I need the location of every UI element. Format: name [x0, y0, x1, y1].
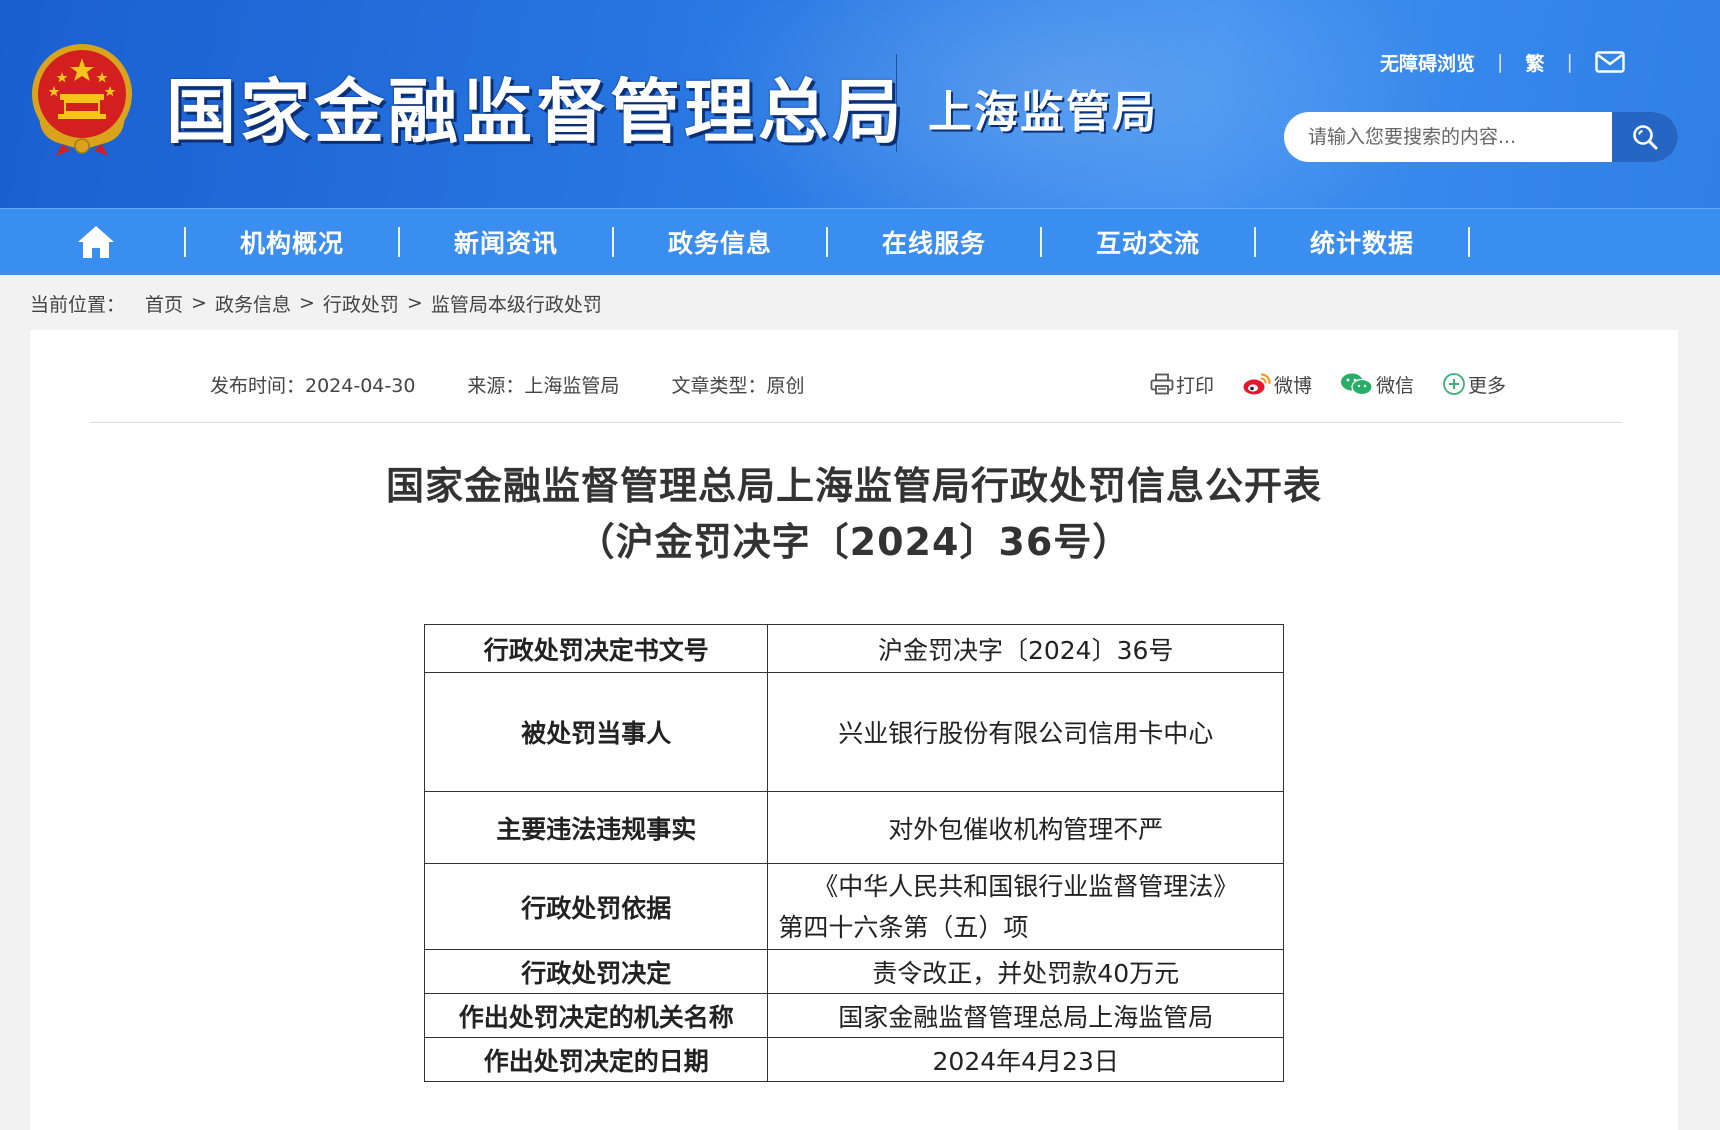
nav-home[interactable] — [0, 224, 184, 260]
search-icon — [1633, 125, 1658, 150]
wechat-icon — [1340, 373, 1373, 396]
article-type: 文章类型：原创 — [671, 374, 805, 397]
print-label: 打印 — [1175, 374, 1214, 397]
breadcrumb-separator: > — [191, 292, 207, 314]
publish-date: 发布时间：2024-04-30 — [210, 374, 416, 397]
wechat-share-button[interactable]: 微信 — [1340, 371, 1414, 398]
top-links: 无障碍浏览 | 繁 | — [1380, 48, 1625, 76]
nav-separator — [1040, 227, 1042, 257]
row-value: 对外包催收机构管理不严 — [767, 791, 1284, 864]
nav-separator — [1254, 227, 1256, 257]
breadcrumb-separator: > — [406, 292, 423, 314]
nav-separator — [184, 227, 186, 257]
breadcrumb-label: 当前位置： — [30, 293, 126, 316]
breadcrumb-home[interactable]: 首页 — [145, 290, 183, 317]
table-row: 行政处罚决定 责令改正，并处罚款40万元 — [423, 949, 1284, 994]
national-emblem-icon[interactable] — [26, 40, 138, 158]
nav-separator — [398, 227, 400, 257]
weibo-icon — [1243, 373, 1271, 395]
nav-item-online-service[interactable]: 在线服务 — [828, 224, 1040, 260]
traditional-chinese-link[interactable]: 繁 — [1525, 49, 1544, 76]
table-row: 行政处罚决定书文号 沪金罚决字〔2024〕36号 — [423, 624, 1284, 673]
article-content: 发布时间：2024-04-30 来源：上海监管局 文章类型：原创 打印 微博 微… — [30, 330, 1678, 1130]
breadcrumb-government-info[interactable]: 政务信息 — [215, 290, 291, 317]
link-separator: | — [1497, 51, 1504, 73]
row-key: 行政处罚依据 — [423, 863, 769, 950]
title-divider — [896, 54, 897, 152]
table-row: 作出处罚决定的机关名称 国家金融监督管理总局上海监管局 — [423, 993, 1284, 1038]
row-value-line2: 第四十六条第（五）项 — [778, 912, 1029, 942]
nav-item-government-info[interactable]: 政务信息 — [614, 224, 826, 260]
row-value-line1: 《中华人民共和国银行业监督管理法》 — [813, 871, 1239, 901]
row-key: 被处罚当事人 — [423, 672, 769, 792]
row-value: 国家金融监督管理总局上海监管局 — [767, 993, 1284, 1038]
breadcrumb-local-penalty[interactable]: 监管局本级行政处罚 — [431, 290, 602, 317]
row-key: 行政处罚决定书文号 — [423, 624, 769, 673]
table-row: 作出处罚决定的日期 2024年4月23日 — [423, 1037, 1284, 1082]
row-value: 责令改正，并处罚款40万元 — [767, 949, 1284, 994]
breadcrumb: 当前位置： 首页 > 政务信息 > 行政处罚 > 监管局本级行政处罚 — [0, 275, 1720, 331]
search-button[interactable] — [1612, 112, 1678, 162]
wechat-label: 微信 — [1375, 374, 1414, 397]
row-value: 《中华人民共和国银行业监督管理法》 第四十六条第（五）项 — [767, 863, 1284, 950]
document-title: 国家金融监督管理总局上海监管局行政处罚信息公开表 （沪金罚决字〔2024〕36号… — [30, 458, 1678, 570]
nav-separator — [612, 227, 614, 257]
row-key: 作出处罚决定的机关名称 — [423, 993, 769, 1038]
main-nav: 机构概况 新闻资讯 政务信息 在线服务 互动交流 统计数据 — [0, 208, 1720, 275]
table-row: 被处罚当事人 兴业银行股份有限公司信用卡中心 — [423, 672, 1284, 792]
row-value: 兴业银行股份有限公司信用卡中心 — [767, 672, 1284, 792]
accessibility-link[interactable]: 无障碍浏览 — [1380, 49, 1475, 76]
sub-title[interactable]: 上海监管局 — [928, 76, 1158, 140]
search-box — [1284, 112, 1678, 162]
nav-separator — [1468, 227, 1470, 257]
row-key: 主要违法违规事实 — [423, 791, 769, 864]
table-row: 行政处罚依据 《中华人民共和国银行业监督管理法》 第四十六条第（五）项 — [423, 863, 1284, 950]
weibo-share-button[interactable]: 微博 — [1242, 371, 1312, 398]
site-header: 国家金融监督管理总局 上海监管局 无障碍浏览 | 繁 | — [0, 0, 1720, 208]
share-bar: 打印 微博 微信 更多 — [1150, 364, 1506, 404]
breadcrumb-separator: > — [298, 292, 315, 314]
plus-circle-icon — [1443, 373, 1465, 395]
article-meta: 发布时间：2024-04-30 来源：上海监管局 文章类型：原创 打印 微博 微… — [88, 364, 1648, 404]
nav-item-about[interactable]: 机构概况 — [186, 224, 398, 260]
printer-icon — [1150, 373, 1174, 395]
mail-icon[interactable] — [1595, 51, 1625, 73]
document-title-line2: （沪金罚决字〔2024〕36号） — [576, 520, 1132, 564]
home-icon — [78, 226, 114, 258]
site-title[interactable]: 国家金融监督管理总局 — [166, 56, 906, 157]
breadcrumb-penalty[interactable]: 行政处罚 — [323, 290, 399, 317]
nav-item-interaction[interactable]: 互动交流 — [1042, 224, 1254, 260]
row-value: 2024年4月23日 — [767, 1037, 1284, 1082]
more-share-button[interactable]: 更多 — [1442, 371, 1506, 398]
table-row: 主要违法违规事实 对外包催收机构管理不严 — [423, 791, 1284, 864]
nav-separator — [826, 227, 828, 257]
row-key: 作出处罚决定的日期 — [423, 1037, 769, 1082]
meta-divider — [90, 422, 1622, 423]
search-input[interactable] — [1284, 112, 1612, 162]
row-key: 行政处罚决定 — [423, 949, 769, 994]
nav-item-news[interactable]: 新闻资讯 — [400, 224, 612, 260]
article-source: 来源：上海监管局 — [467, 374, 620, 397]
print-button[interactable]: 打印 — [1150, 371, 1214, 398]
more-label: 更多 — [1467, 374, 1506, 397]
document-title-line1: 国家金融监督管理总局上海监管局行政处罚信息公开表 — [385, 464, 1322, 508]
link-separator: | — [1566, 51, 1573, 73]
nav-item-statistics[interactable]: 统计数据 — [1256, 224, 1468, 260]
penalty-info-table: 行政处罚决定书文号 沪金罚决字〔2024〕36号 被处罚当事人 兴业银行股份有限… — [423, 624, 1284, 1082]
row-value: 沪金罚决字〔2024〕36号 — [767, 624, 1284, 673]
weibo-label: 微博 — [1273, 374, 1312, 397]
